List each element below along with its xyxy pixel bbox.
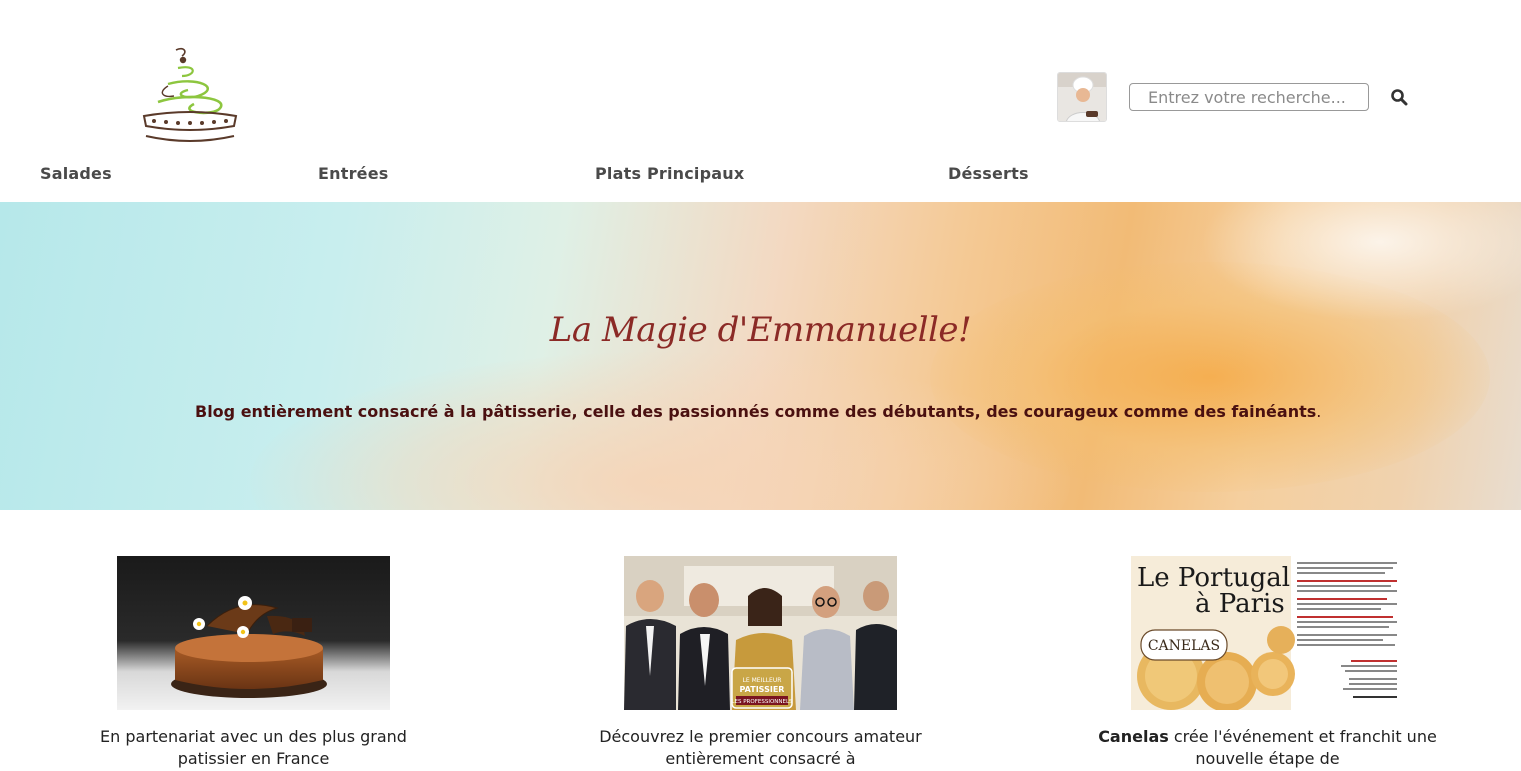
- hero-banner: La Magie d'Emmanuelle! Blog entièrement …: [0, 202, 1521, 510]
- nav-item-entrees[interactable]: Entrées: [318, 164, 389, 183]
- nav-item-plats-principaux[interactable]: Plats Principaux: [595, 164, 744, 183]
- nav-item-desserts[interactable]: Désserts: [948, 164, 1029, 183]
- search-icon: [1391, 89, 1408, 106]
- badge-text: LE MEILLEUR: [743, 677, 782, 684]
- cake-stand-logo-icon: [142, 47, 238, 142]
- nav-item-salades[interactable]: Salades: [40, 164, 112, 183]
- article-card[interactable]: En partenariat avec un des plus grand pa…: [100, 556, 407, 768]
- article-card[interactable]: LE MEILLEUR PATISSIER LES PROFESSIONNELS…: [599, 556, 922, 768]
- search-input[interactable]: [1129, 83, 1369, 111]
- article-card-text-rest: crée l'événement et franchit une nouvell…: [1168, 727, 1437, 768]
- chocolate-cake-photo[interactable]: [117, 556, 390, 710]
- article-card-text: Canelas crée l'événement et franchit une…: [1091, 726, 1444, 770]
- hero-subtitle-period: .: [1316, 402, 1322, 421]
- search-button[interactable]: [1386, 84, 1412, 110]
- chef-avatar-icon: [1058, 73, 1106, 121]
- ad-title: à Paris: [1195, 589, 1285, 619]
- chocolate-cake-image-icon: [117, 556, 390, 710]
- badge-text: LES PROFESSIONNELS: [731, 699, 793, 705]
- hero-subtitle: Blog entièrement consacré à la pâtisseri…: [195, 402, 1321, 421]
- portugal-paris-canelas-ad[interactable]: Le Portugal à Paris CANELAS: [1131, 556, 1404, 710]
- meilleur-patissier-jury-photo[interactable]: LE MEILLEUR PATISSIER LES PROFESSIONNELS: [624, 556, 897, 710]
- meilleur-patissier-image-icon: LE MEILLEUR PATISSIER LES PROFESSIONNELS: [624, 556, 897, 710]
- badge-text: PATISSIER: [740, 685, 785, 694]
- hero-subtitle-text: Blog entièrement consacré à la pâtisseri…: [195, 402, 1317, 421]
- article-card-text: Découvrez le premier concours amateur en…: [599, 727, 922, 768]
- article-card-brand: Canelas: [1098, 727, 1169, 746]
- site-logo[interactable]: [138, 46, 242, 148]
- chef-avatar[interactable]: [1057, 72, 1107, 122]
- hero-title: La Magie d'Emmanuelle!: [549, 310, 972, 350]
- ad-brand: CANELAS: [1148, 638, 1220, 654]
- article-card[interactable]: Le Portugal à Paris CANELAS Canelas crée…: [1098, 556, 1437, 768]
- canelas-ad-image-icon: Le Portugal à Paris CANELAS: [1131, 556, 1404, 710]
- article-card-text: En partenariat avec un des plus grand pa…: [100, 727, 407, 768]
